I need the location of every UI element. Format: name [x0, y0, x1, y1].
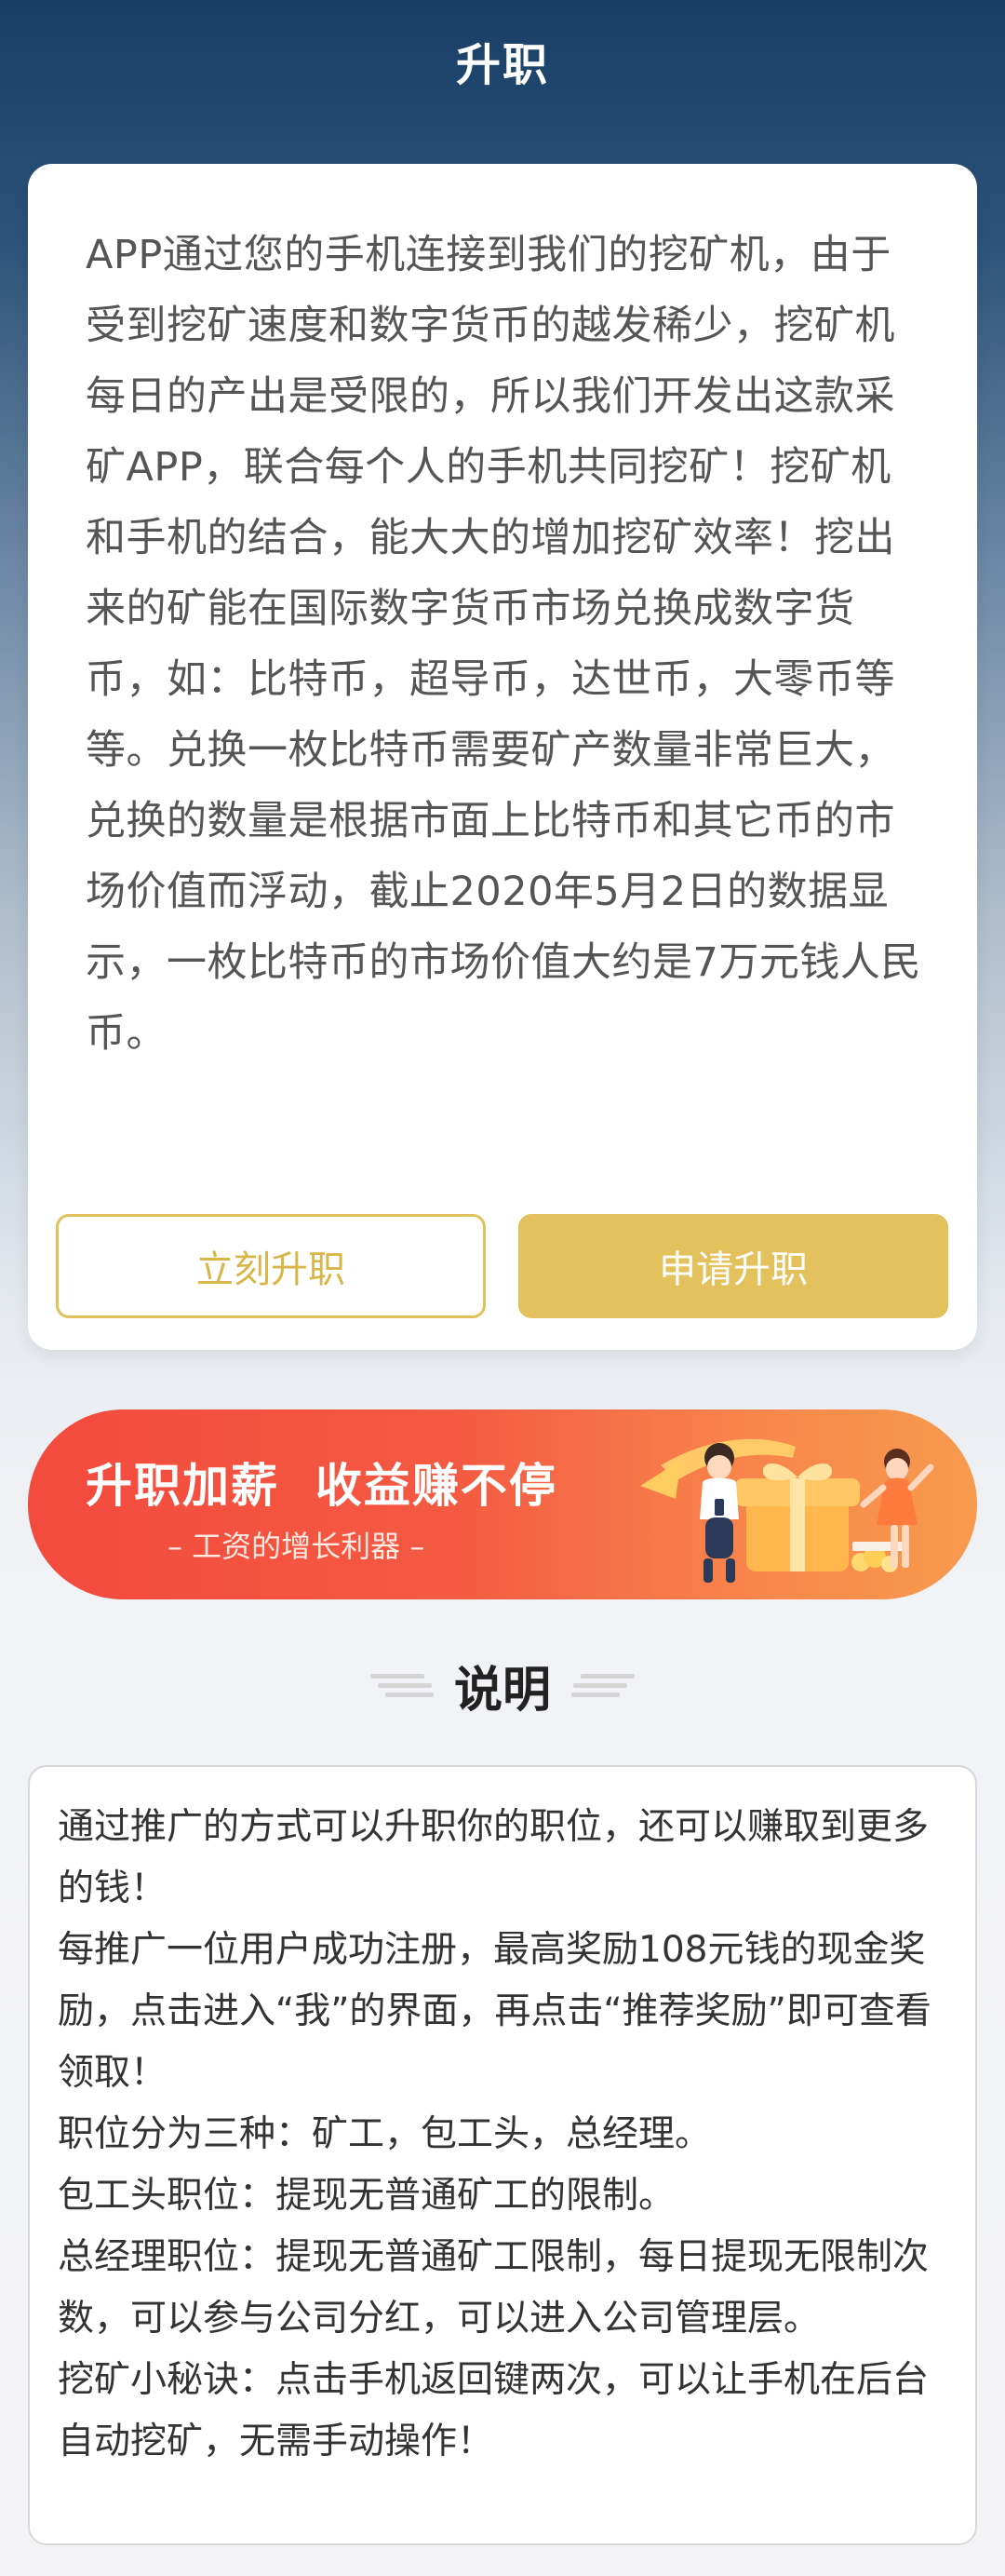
instruction-line: 挖矿小秘诀：点击手机返回键两次，可以让手机在后台自动挖矿，无需手动操作！ — [58, 2359, 930, 2462]
instruction-line: 职位分为三种：矿工，包工头，总经理。 — [58, 2113, 712, 2155]
right-lines-icon — [571, 1674, 635, 1697]
instruction-line: 包工头职位：提现无普通矿工的限制。 — [58, 2175, 676, 2217]
intro-card: APP通过您的手机连接到我们的挖矿机，由于受到挖矿速度和数字货币的越发稀少，挖矿… — [28, 164, 977, 1350]
section-title: 说明 — [453, 1662, 551, 1719]
left-lines-icon — [369, 1674, 434, 1697]
instructions-panel: 通过推广的方式可以升职你的职位，还可以赚取到更多的钱！ 每推广一位用户成功注册，… — [28, 1765, 977, 2545]
promote-now-button[interactable]: 立刻升职 — [56, 1214, 486, 1318]
page-title: 升职 — [455, 39, 549, 91]
banner-title: 升职加薪 收益赚不停 — [86, 1459, 557, 1513]
top-bar: 升职 — [0, 0, 1005, 121]
instructions-list: 通过推广的方式可以升职你的职位，还可以赚取到更多的钱！ 每推广一位用户成功注册，… — [58, 1797, 951, 2473]
banner-subtitle: – 工资的增长利器 – — [168, 1529, 425, 1564]
intro-description: APP通过您的手机连接到我们的挖矿机，由于受到挖矿速度和数字货币的越发稀少，挖矿… — [86, 232, 921, 1057]
banner-illustration — [640, 1438, 934, 1583]
promo-banner[interactable]: 升职加薪 收益赚不停 – 工资的增长利器 – — [28, 1409, 977, 1599]
apply-promotion-button[interactable]: 申请升职 — [518, 1214, 948, 1318]
instruction-line: 每推广一位用户成功注册，最高奖励108元钱的现金奖励，点击进入“我”的界面，再点… — [58, 1929, 931, 2094]
instruction-line: 通过推广的方式可以升职你的职位，还可以赚取到更多的钱！ — [58, 1806, 930, 1909]
section-header: 说明 — [0, 1648, 1005, 1722]
instruction-line: 总经理职位：提现无普通矿工限制，每日提现无限制次数，可以参与公司分红，可以进入公… — [58, 2236, 930, 2340]
